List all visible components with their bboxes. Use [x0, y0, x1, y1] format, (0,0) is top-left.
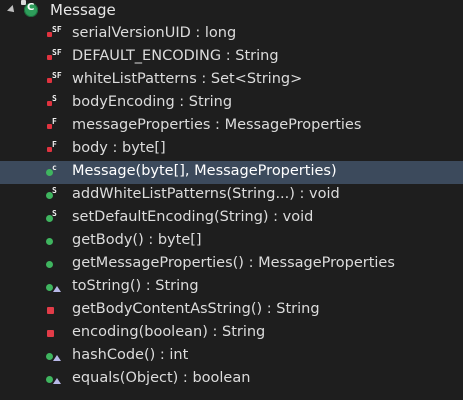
public-static-method-icon: S	[46, 210, 62, 226]
member-type: byte[]	[157, 232, 202, 248]
member-encoding[interactable]: encoding(boolean) : String	[0, 322, 463, 345]
member-type: Set<String>	[210, 71, 303, 87]
member-type: String	[188, 94, 233, 110]
member-type: String	[221, 324, 266, 340]
member-name: getBodyContentAsString()	[72, 301, 263, 317]
member-whitelistpatterns[interactable]: SF whiteListPatterns : Set<String>	[0, 69, 463, 92]
private-method-icon	[46, 302, 62, 318]
private-static-field-icon: S	[46, 95, 62, 111]
member-messageproperties[interactable]: F messageProperties : MessageProperties	[0, 115, 463, 138]
member-name: equals(Object)	[72, 370, 179, 386]
member-type: void	[282, 209, 314, 225]
member-name: getMessageProperties()	[72, 255, 244, 271]
member-name: Message(byte[], MessageProperties)	[72, 163, 337, 179]
member-tostring[interactable]: toString() : String	[0, 276, 463, 299]
member-type: long	[204, 25, 237, 41]
member-type: boolean	[192, 370, 251, 386]
private-method-icon	[46, 325, 62, 341]
member-name: bodyEncoding	[72, 94, 175, 110]
private-final-field-icon: F	[46, 141, 62, 157]
class-name: Message	[50, 1, 116, 19]
member-bodyencoding[interactable]: S bodyEncoding : String	[0, 92, 463, 115]
public-method-icon	[46, 256, 62, 272]
member-name: getBody()	[72, 232, 144, 248]
public-override-method-icon	[46, 279, 62, 295]
member-type: void	[309, 186, 340, 202]
public-override-method-icon	[46, 348, 62, 364]
member-name: whiteListPatterns	[72, 71, 197, 87]
private-final-field-icon: F	[46, 118, 62, 134]
expand-arrow-icon[interactable]	[7, 5, 17, 15]
member-name: setDefaultEncoding(String)	[72, 209, 269, 225]
class-node-message[interactable]: Message	[0, 0, 463, 23]
member-getbody[interactable]: getBody() : byte[]	[0, 230, 463, 253]
member-type: MessageProperties	[258, 255, 395, 271]
member-setdefaultencoding[interactable]: S setDefaultEncoding(String) : void	[0, 207, 463, 230]
member-name: encoding(boolean)	[72, 324, 208, 340]
public-static-method-icon: S	[46, 187, 62, 203]
public-override-method-icon	[46, 371, 62, 387]
member-type: String	[235, 48, 279, 64]
member-type: String	[276, 301, 320, 317]
member-default-encoding[interactable]: SF DEFAULT_ENCODING : String	[0, 46, 463, 69]
class-icon	[21, 0, 38, 17]
member-getmessageproperties[interactable]: getMessageProperties() : MessageProperti…	[0, 253, 463, 276]
outline-view: Message SF serialVersionUID : long SF DE…	[0, 0, 463, 400]
member-message-constructor[interactable]: c Message(byte[], MessageProperties)	[0, 161, 463, 184]
member-name: addWhiteListPatterns(String...)	[72, 186, 295, 202]
member-name: toString()	[72, 278, 142, 294]
member-name: DEFAULT_ENCODING	[72, 48, 222, 64]
member-name: messageProperties	[72, 117, 211, 133]
private-static-final-field-icon: SF	[46, 26, 62, 42]
member-type: MessageProperties	[224, 117, 362, 133]
member-type: byte[]	[121, 140, 166, 156]
private-static-final-field-icon: SF	[46, 49, 62, 65]
member-name: hashCode()	[72, 347, 156, 363]
public-method-icon	[46, 233, 62, 249]
member-name: body	[72, 140, 108, 156]
public-constructor-icon: c	[46, 164, 62, 180]
member-equals[interactable]: equals(Object) : boolean	[0, 368, 463, 391]
member-type: String	[155, 278, 199, 294]
member-type: int	[169, 347, 189, 363]
member-serialversionuid[interactable]: SF serialVersionUID : long	[0, 23, 463, 46]
member-hashcode[interactable]: hashCode() : int	[0, 345, 463, 368]
member-getbodycontentasstring[interactable]: getBodyContentAsString() : String	[0, 299, 463, 322]
private-static-final-field-icon: SF	[46, 72, 62, 88]
member-name: serialVersionUID	[72, 25, 191, 41]
member-body[interactable]: F body : byte[]	[0, 138, 463, 161]
member-addwhitelistpatterns[interactable]: S addWhiteListPatterns(String...) : void	[0, 184, 463, 207]
